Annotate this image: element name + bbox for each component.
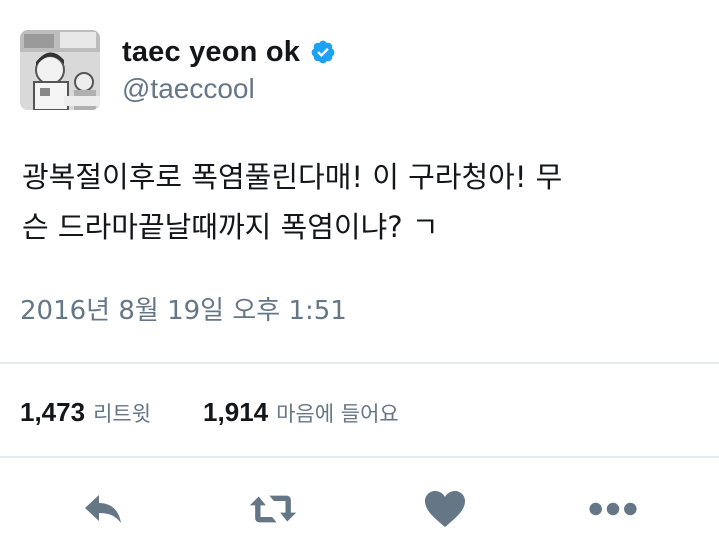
name-row: taec yeon ok (122, 36, 336, 69)
retweet-label: 리트윗 (93, 401, 152, 426)
like-count: 1,914 (203, 396, 269, 427)
verified-badge-icon (310, 39, 336, 65)
tweet-text: 광복절이후로 폭염풀린다매! 이 구라청아! 무 슨 드라마끝날때까지 폭염이냐… (22, 160, 563, 244)
retweet-count: 1,473 (20, 396, 86, 427)
avatar[interactable] (20, 30, 100, 110)
retweet-stat[interactable]: 1,473 리트윗 (20, 397, 151, 428)
tweet-card: taec yeon ok @taeccool 광복절이후로 폭염풀린다매! 이 … (0, 0, 719, 553)
divider-bottom (0, 456, 719, 458)
like-button[interactable] (420, 484, 470, 534)
tweet-timestamp[interactable]: 2016년 8월 19일 오후 1:51 (20, 290, 347, 327)
user-names: taec yeon ok @taeccool (122, 36, 336, 105)
like-stat[interactable]: 1,914 마음에 들어요 (203, 397, 399, 428)
tweet-actions (0, 484, 719, 534)
tweet-header: taec yeon ok @taeccool (20, 28, 336, 112)
reply-button[interactable] (78, 484, 128, 534)
avatar-image (20, 30, 100, 110)
heart-icon (425, 491, 465, 527)
reply-icon (85, 495, 121, 523)
divider-top (0, 362, 719, 364)
retweet-button[interactable] (248, 484, 298, 534)
tweet-stats: 1,473 리트윗 1,914 마음에 들어요 (20, 392, 399, 432)
user-handle[interactable]: @taeccool (122, 73, 336, 105)
retweet-icon (249, 495, 297, 523)
more-button[interactable] (588, 484, 638, 534)
like-label: 마음에 들어요 (276, 401, 399, 426)
display-name[interactable]: taec yeon ok (122, 36, 300, 69)
more-icon (589, 502, 637, 516)
